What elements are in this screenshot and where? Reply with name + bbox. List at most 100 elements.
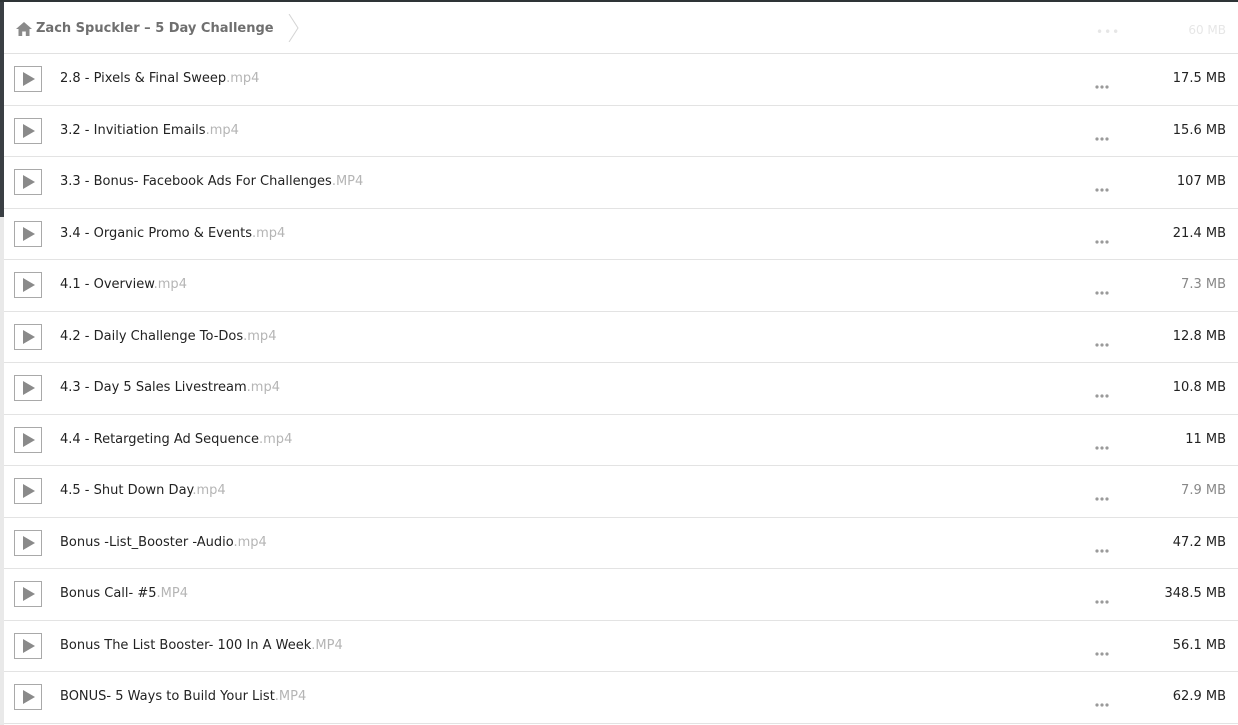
file-name[interactable]: 2.8 - Pixels & Final Sweep.mp4: [60, 71, 259, 86]
file-name[interactable]: 4.4 - Retargeting Ad Sequence.mp4: [60, 432, 292, 447]
play-icon[interactable]: [14, 272, 42, 298]
file-size: 7.9 MB: [1181, 483, 1226, 498]
play-icon[interactable]: [14, 529, 42, 556]
file-extension: .mp4: [252, 225, 286, 241]
more-dots-icon[interactable]: [1094, 643, 1110, 656]
file-name[interactable]: 3.4 - Organic Promo & Events.mp4: [60, 226, 285, 241]
file-size: 21.4 MB: [1172, 225, 1226, 241]
file-name-text: 3.4 - Organic Promo & Events: [60, 225, 252, 241]
file-size: 17.5 MB: [1172, 71, 1226, 86]
more-dots-icon[interactable]: [1094, 488, 1110, 501]
breadcrumb: Zach Spuckler – 5 Day Challenge: [16, 13, 300, 43]
play-icon[interactable]: [14, 581, 42, 607]
file-name-text: 3.2 - Invitiation Emails: [60, 122, 206, 138]
play-icon[interactable]: [14, 169, 42, 195]
file-name[interactable]: 3.3 - Bonus- Facebook Ads For Challenges…: [60, 174, 363, 189]
more-dots-icon[interactable]: [1094, 385, 1110, 398]
file-row[interactable]: Bonus Call- #5.MP4 348.5 MB: [4, 569, 1238, 621]
file-name[interactable]: BONUS- 5 Ways to Build Your List.MP4: [60, 689, 306, 704]
play-icon[interactable]: [14, 426, 42, 453]
ghost-more-icon: •••: [1096, 25, 1121, 39]
file-row[interactable]: 3.2 - Invitiation Emails.mp4 15.6 MB: [4, 105, 1238, 157]
more-dots-icon[interactable]: [1094, 334, 1110, 347]
file-extension: .MP4: [274, 689, 307, 704]
file-size: 7.3 MB: [1181, 277, 1226, 292]
file-row[interactable]: 4.1 - Overview.mp4 7.3 MB: [4, 260, 1238, 312]
file-size: 107 MB: [1176, 174, 1226, 189]
file-row[interactable]: 3.4 - Organic Promo & Events.mp4 21.4 MB: [4, 208, 1238, 260]
file-name-text: 3.3 - Bonus- Facebook Ads For Challenges: [60, 174, 332, 189]
play-icon[interactable]: [14, 220, 42, 247]
file-extension: .MP4: [311, 637, 343, 653]
play-icon[interactable]: [14, 478, 42, 504]
file-name-text: 4.5 - Shut Down Day: [60, 483, 193, 498]
file-extension: .mp4: [205, 122, 239, 138]
file-name-text: BONUS- 5 Ways to Build Your List: [60, 689, 275, 704]
file-size: 12.8 MB: [1172, 328, 1226, 344]
file-extension: .mp4: [259, 431, 293, 447]
more-dots-icon[interactable]: [1094, 437, 1110, 450]
file-name[interactable]: 4.3 - Day 5 Sales Livestream.mp4: [60, 380, 280, 395]
file-row[interactable]: 3.3 - Bonus- Facebook Ads For Challenges…: [4, 157, 1238, 209]
file-size: 15.6 MB: [1172, 122, 1226, 138]
file-row[interactable]: Bonus The List Booster- 100 In A Week.MP…: [4, 620, 1238, 672]
play-icon[interactable]: [14, 323, 42, 350]
file-row[interactable]: Bonus -List_Booster -Audio.mp4 47.2 MB: [4, 517, 1238, 569]
file-name-text: Bonus -List_Booster -Audio: [60, 534, 234, 550]
file-name-text: 2.8 - Pixels & Final Sweep: [60, 71, 227, 86]
file-name[interactable]: Bonus -List_Booster -Audio.mp4: [60, 535, 267, 550]
file-size: 348.5 MB: [1164, 586, 1226, 601]
file-row[interactable]: BONUS- 5 Ways to Build Your List.MP4 62.…: [4, 672, 1238, 724]
file-name[interactable]: Bonus Call- #5.MP4: [60, 586, 188, 601]
more-dots-icon[interactable]: [1094, 231, 1110, 244]
file-extension: .mp4: [233, 534, 267, 550]
file-name-text: Bonus Call- #5: [60, 586, 157, 601]
file-size: 10.8 MB: [1172, 380, 1226, 395]
more-dots-icon[interactable]: [1094, 540, 1110, 553]
file-row[interactable]: 4.4 - Retargeting Ad Sequence.mp4 11 MB: [4, 414, 1238, 466]
more-dots-icon[interactable]: [1094, 76, 1110, 89]
file-extension: .mp4: [153, 277, 187, 292]
ghost-file-size: 60 MB: [1188, 23, 1226, 37]
file-row[interactable]: 4.3 - Day 5 Sales Livestream.mp4 10.8 MB: [4, 363, 1238, 415]
file-browser-page: ••• 60 MB Zach Spuckler – 5 Day Challeng…: [0, 0, 1238, 725]
header-bar: ••• 60 MB Zach Spuckler – 5 Day Challeng…: [4, 2, 1238, 54]
play-icon[interactable]: [14, 117, 42, 144]
file-name-text: Bonus The List Booster- 100 In A Week: [60, 637, 312, 653]
more-dots-icon[interactable]: [1094, 128, 1110, 141]
file-row[interactable]: 4.5 - Shut Down Day.mp4 7.9 MB: [4, 466, 1238, 518]
play-icon[interactable]: [14, 632, 42, 659]
file-name-text: 4.2 - Daily Challenge To-Dos: [60, 328, 244, 344]
file-extension: .MP4: [331, 174, 364, 189]
more-dots-icon[interactable]: [1094, 282, 1110, 295]
file-name[interactable]: 4.5 - Shut Down Day.mp4: [60, 483, 226, 498]
file-list: 2.8 - Pixels & Final Sweep.mp4 17.5 MB 3…: [4, 54, 1238, 724]
chevron-right-icon: [288, 13, 300, 43]
play-icon[interactable]: [14, 375, 42, 401]
file-name[interactable]: 3.2 - Invitiation Emails.mp4: [60, 123, 239, 138]
file-name[interactable]: 4.2 - Daily Challenge To-Dos.mp4: [60, 329, 276, 344]
file-extension: .mp4: [246, 380, 280, 395]
file-size: 62.9 MB: [1172, 689, 1226, 704]
file-extension: .mp4: [243, 328, 277, 344]
file-size: 11 MB: [1185, 431, 1226, 447]
more-dots-icon[interactable]: [1094, 694, 1110, 707]
file-row[interactable]: 2.8 - Pixels & Final Sweep.mp4 17.5 MB: [4, 54, 1238, 106]
file-name-text: 4.1 - Overview: [60, 277, 154, 292]
file-name-text: 4.3 - Day 5 Sales Livestream: [60, 380, 247, 395]
breadcrumb-folder-name[interactable]: Zach Spuckler – 5 Day Challenge: [36, 21, 274, 36]
file-name-text: 4.4 - Retargeting Ad Sequence: [60, 431, 260, 447]
play-icon[interactable]: [14, 66, 42, 92]
file-name[interactable]: 4.1 - Overview.mp4: [60, 277, 187, 292]
file-row[interactable]: 4.2 - Daily Challenge To-Dos.mp4 12.8 MB: [4, 311, 1238, 363]
home-icon[interactable]: [16, 21, 32, 36]
more-dots-icon[interactable]: [1094, 179, 1110, 192]
file-extension: .mp4: [226, 71, 260, 86]
file-size: 56.1 MB: [1172, 637, 1226, 653]
play-icon[interactable]: [14, 684, 42, 710]
more-dots-icon[interactable]: [1094, 591, 1110, 604]
file-extension: .MP4: [156, 586, 188, 601]
file-name[interactable]: Bonus The List Booster- 100 In A Week.MP…: [60, 638, 343, 653]
file-size: 47.2 MB: [1172, 534, 1226, 550]
file-extension: .mp4: [192, 483, 226, 498]
